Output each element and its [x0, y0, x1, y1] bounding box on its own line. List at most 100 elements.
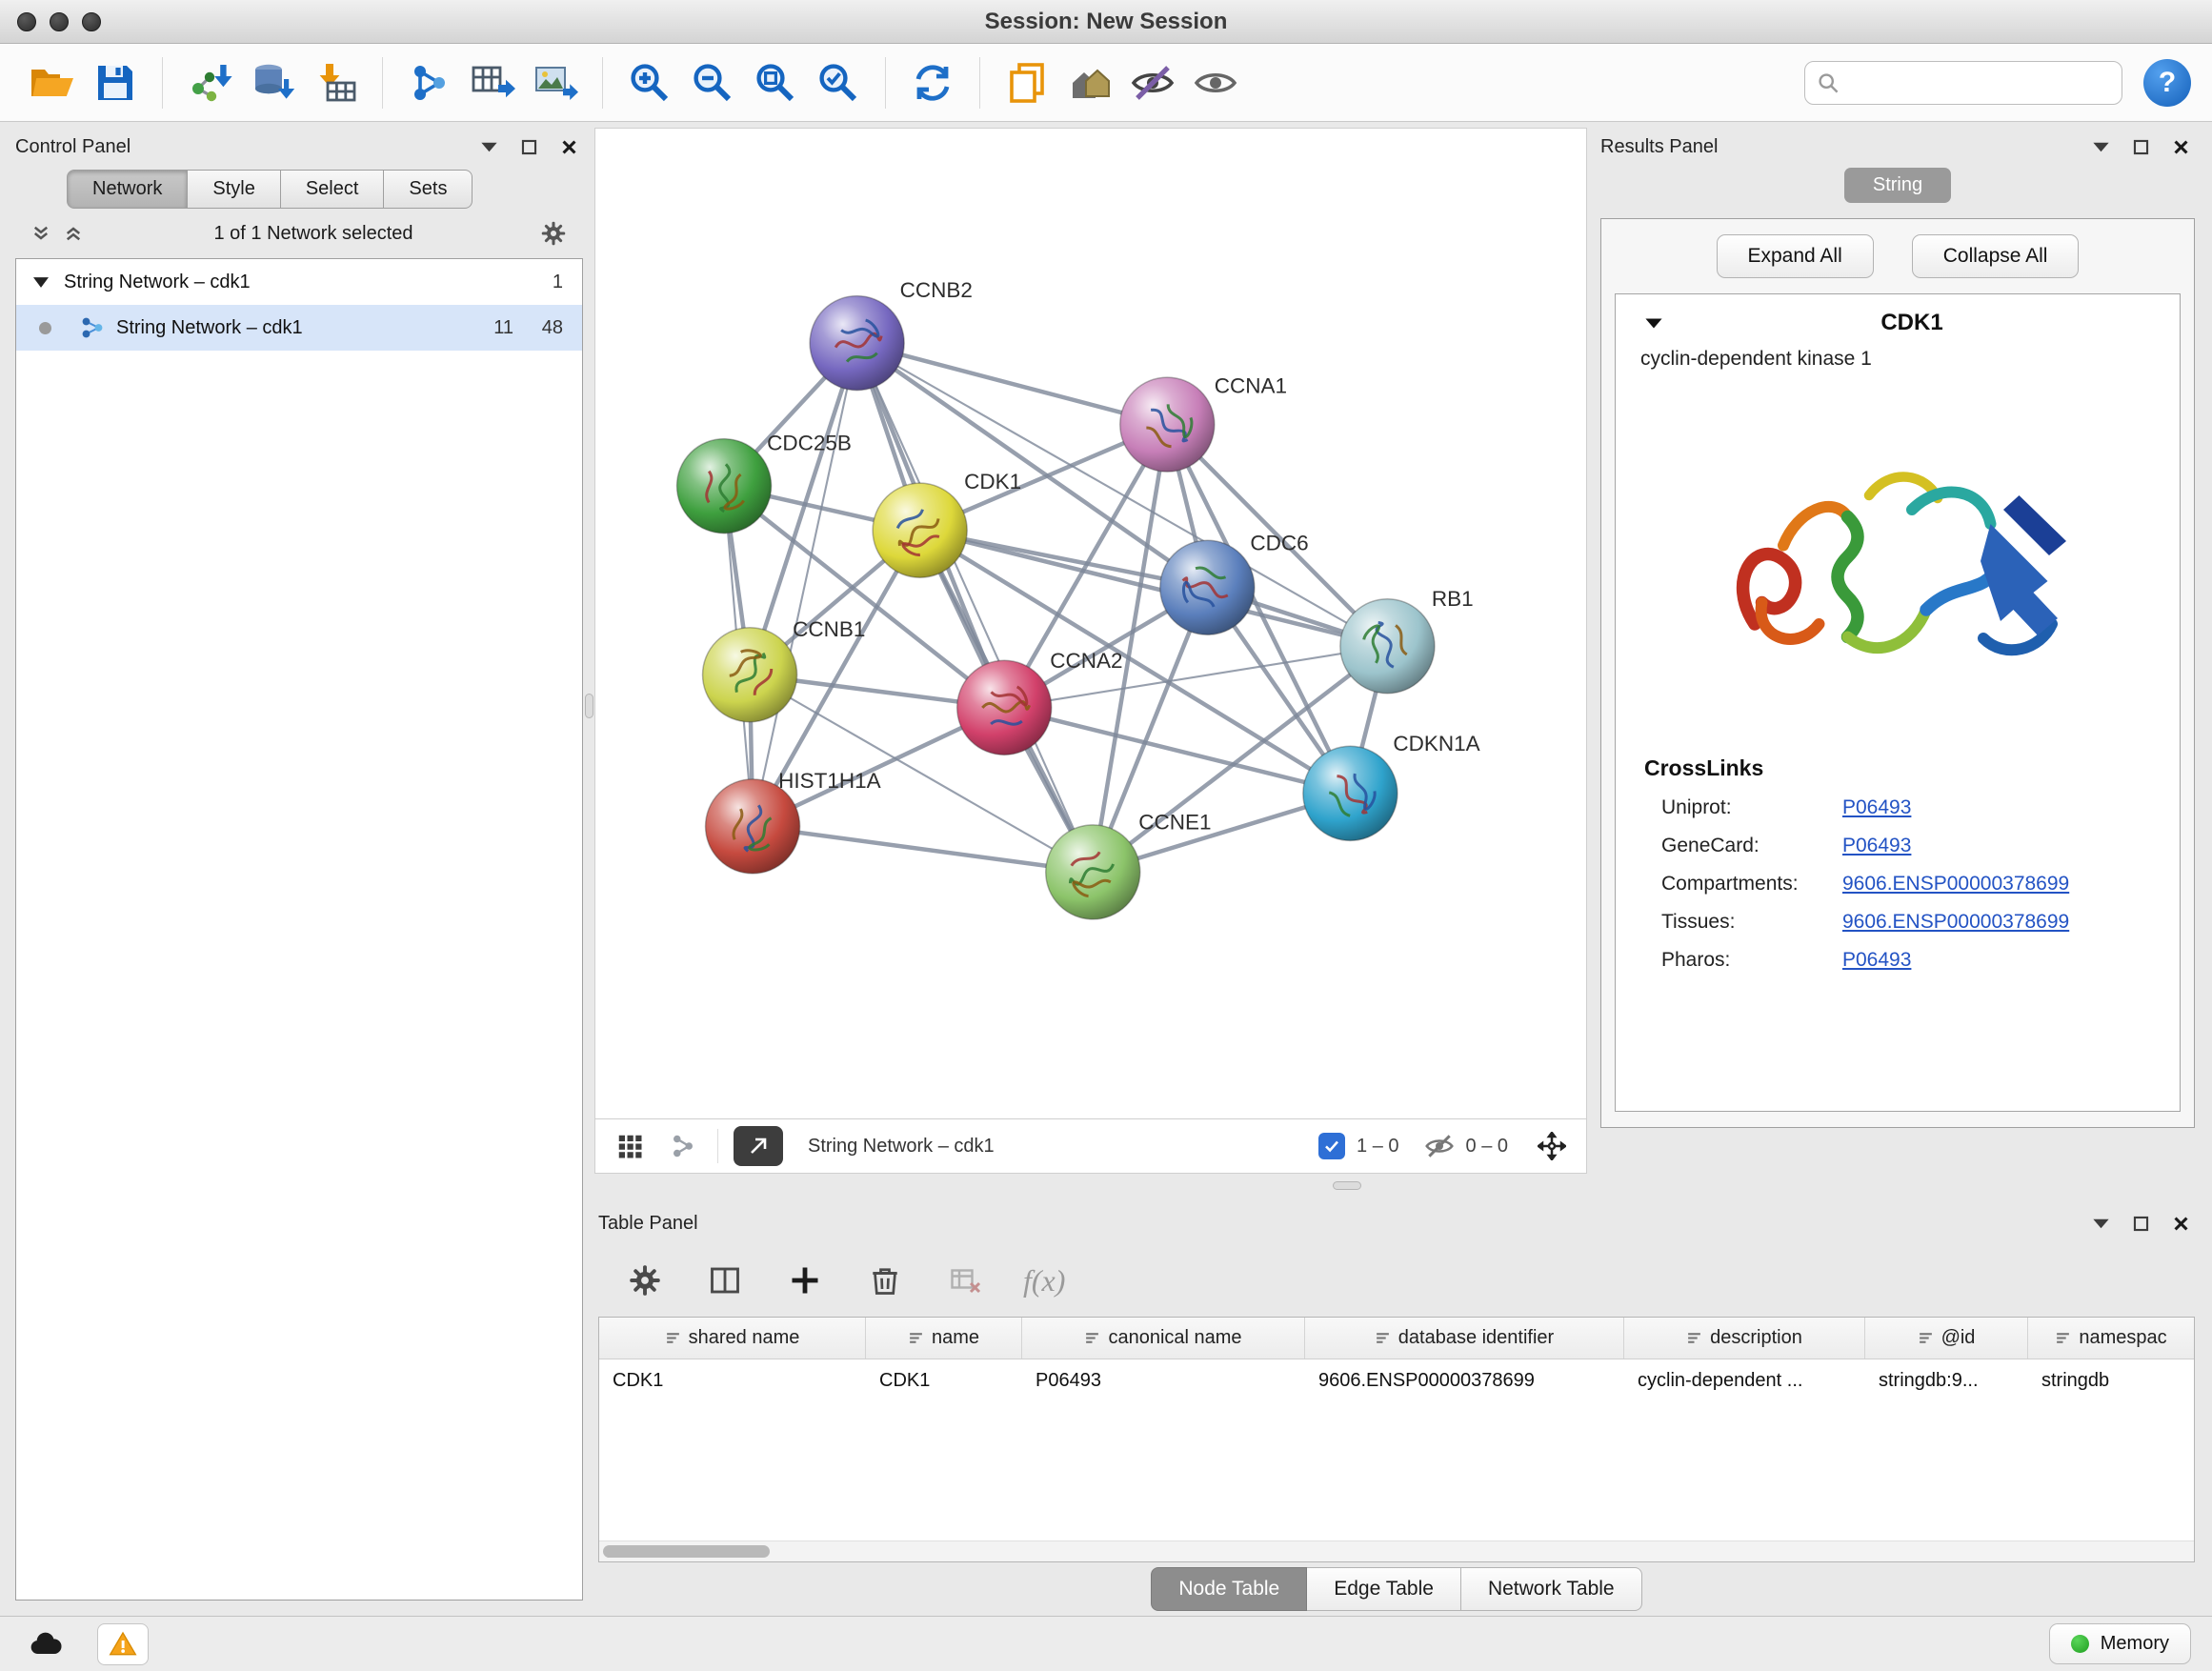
column-header-description[interactable]: description: [1624, 1318, 1865, 1359]
network-edge[interactable]: [753, 343, 857, 826]
close-window-button[interactable]: [17, 12, 36, 31]
network-node-HIST1H1A[interactable]: HIST1H1A: [706, 769, 881, 874]
network-node-label: CDC6: [1250, 532, 1308, 555]
search-box[interactable]: [1804, 61, 2122, 105]
pharos-link[interactable]: P06493: [1842, 949, 1911, 972]
expand-all-button[interactable]: [57, 219, 90, 248]
control-panel-close-button[interactable]: [554, 132, 583, 161]
column-header-namespace[interactable]: namespac: [2028, 1318, 2194, 1359]
tab-edge-table[interactable]: Edge Table: [1307, 1567, 1461, 1611]
cell-canonical-name[interactable]: P06493: [1022, 1370, 1305, 1392]
network-node-RB1[interactable]: RB1: [1340, 587, 1474, 694]
scrollbar-thumb[interactable]: [603, 1545, 770, 1558]
tab-style[interactable]: Style: [188, 170, 280, 209]
network-options-button[interactable]: [537, 219, 570, 248]
uniprot-link[interactable]: P06493: [1842, 796, 1911, 819]
memory-button[interactable]: Memory: [2049, 1623, 2191, 1664]
network-node-CCNB2[interactable]: CCNB2: [810, 278, 973, 391]
clone-network-button[interactable]: [995, 52, 1058, 113]
expand-all-results-button[interactable]: Expand All: [1717, 234, 1874, 278]
tree-expand-icon[interactable]: [33, 277, 50, 288]
column-header-name[interactable]: name: [866, 1318, 1022, 1359]
save-session-button[interactable]: [84, 52, 147, 113]
table-options-button[interactable]: [623, 1258, 667, 1302]
network-edge[interactable]: [753, 826, 1093, 872]
collapse-all-button[interactable]: [25, 219, 57, 248]
network-node-CCNA1[interactable]: CCNA1: [1120, 374, 1287, 473]
import-network-file-button[interactable]: [178, 52, 241, 113]
crosslinks-title: CrossLinks: [1616, 755, 2180, 781]
tab-network[interactable]: Network: [67, 170, 188, 209]
cell-namespace[interactable]: stringdb: [2028, 1370, 2194, 1392]
tissues-link[interactable]: 9606.ENSP00000378699: [1842, 911, 2069, 934]
minimize-window-button[interactable]: [50, 12, 69, 31]
import-network-database-button[interactable]: [241, 52, 304, 113]
compartments-link[interactable]: 9606.ENSP00000378699: [1842, 873, 2069, 896]
control-panel-collapse-button[interactable]: [474, 132, 503, 161]
create-column-button[interactable]: [783, 1258, 827, 1302]
collapse-all-results-button[interactable]: Collapse All: [1912, 234, 2080, 278]
new-network-from-selection-button[interactable]: [398, 52, 461, 113]
tab-select[interactable]: Select: [281, 170, 385, 209]
tab-node-table[interactable]: Node Table: [1151, 1567, 1307, 1611]
column-header-id[interactable]: @id: [1865, 1318, 2028, 1359]
tab-string[interactable]: String: [1844, 168, 1951, 203]
cell-description[interactable]: cyclin-dependent ...: [1624, 1370, 1865, 1392]
results-panel-collapse-button[interactable]: [2086, 132, 2115, 161]
cell-database-identifier[interactable]: 9606.ENSP00000378699: [1305, 1370, 1624, 1392]
zoom-window-button[interactable]: [82, 12, 101, 31]
function-builder-icon[interactable]: f(x): [1023, 1263, 1065, 1299]
column-header-canonical-name[interactable]: canonical name: [1022, 1318, 1305, 1359]
zoom-selected-button[interactable]: [807, 52, 870, 113]
show-columns-button[interactable]: [703, 1258, 747, 1302]
results-panel-close-button[interactable]: [2166, 132, 2195, 161]
warnings-button[interactable]: [97, 1623, 149, 1665]
horizontal-scrollbar[interactable]: [599, 1540, 2194, 1561]
table-panel-collapse-button[interactable]: [2086, 1209, 2115, 1238]
genecard-link[interactable]: P06493: [1842, 835, 1911, 857]
network-collection-row[interactable]: String Network – cdk1 1: [16, 259, 582, 305]
control-panel-float-button[interactable]: [514, 132, 543, 161]
delete-table-button[interactable]: [943, 1258, 987, 1302]
network-node-CDK1[interactable]: CDK1: [873, 470, 1021, 577]
help-button[interactable]: ?: [2143, 59, 2191, 107]
delete-column-button[interactable]: [863, 1258, 907, 1302]
zoom-in-button[interactable]: [618, 52, 681, 113]
first-neighbors-button[interactable]: [1058, 52, 1121, 113]
horizontal-splitter-handle[interactable]: [1333, 1181, 1361, 1190]
cell-id[interactable]: stringdb:9...: [1865, 1370, 2028, 1392]
gene-collapse-icon[interactable]: [1644, 317, 1663, 330]
network-graph[interactable]: CCNB2CCNA1CDC25BCDK1CDC6RB1CCNB1CCNA2CDK…: [595, 129, 1586, 1118]
table-row[interactable]: CDK1 CDK1 P06493 9606.ENSP00000378699 cy…: [599, 1359, 2194, 1401]
network-selection-summary: 1 of 1 Network selected: [90, 223, 537, 245]
network-canvas[interactable]: CCNB2CCNA1CDC25BCDK1CDC6RB1CCNB1CCNA2CDK…: [594, 128, 1587, 1118]
fit-content-button[interactable]: [1533, 1127, 1571, 1165]
birdseye-grid-button[interactable]: [611, 1127, 649, 1165]
open-session-button[interactable]: [21, 52, 84, 113]
hide-selected-button[interactable]: [1121, 52, 1184, 113]
column-header-shared-name[interactable]: shared name: [599, 1318, 866, 1359]
cell-shared-name[interactable]: CDK1: [599, 1370, 866, 1392]
results-panel-float-button[interactable]: [2126, 132, 2155, 161]
tab-sets[interactable]: Sets: [384, 170, 473, 209]
search-input[interactable]: [1849, 71, 2110, 93]
export-image-button[interactable]: [524, 52, 587, 113]
cloud-status-button[interactable]: [21, 1623, 70, 1665]
export-view-button[interactable]: [734, 1126, 783, 1166]
refresh-view-button[interactable]: [901, 52, 964, 113]
table-panel-float-button[interactable]: [2126, 1209, 2155, 1238]
table-panel-close-button[interactable]: [2166, 1209, 2195, 1238]
network-row[interactable]: String Network – cdk1 11 48: [16, 305, 582, 351]
import-table-button[interactable]: [304, 52, 367, 113]
zoom-fit-button[interactable]: [744, 52, 807, 113]
zoom-out-button[interactable]: [681, 52, 744, 113]
show-all-button[interactable]: [1184, 52, 1247, 113]
column-header-database-identifier[interactable]: database identifier: [1305, 1318, 1624, 1359]
cell-name[interactable]: CDK1: [866, 1370, 1022, 1392]
tab-network-table[interactable]: Network Table: [1461, 1567, 1642, 1611]
export-table-button[interactable]: [461, 52, 524, 113]
network-overview-button[interactable]: [664, 1127, 702, 1165]
network-edge[interactable]: [857, 343, 1168, 425]
vertical-splitter-handle[interactable]: [585, 694, 593, 718]
network-edge[interactable]: [857, 343, 1094, 872]
